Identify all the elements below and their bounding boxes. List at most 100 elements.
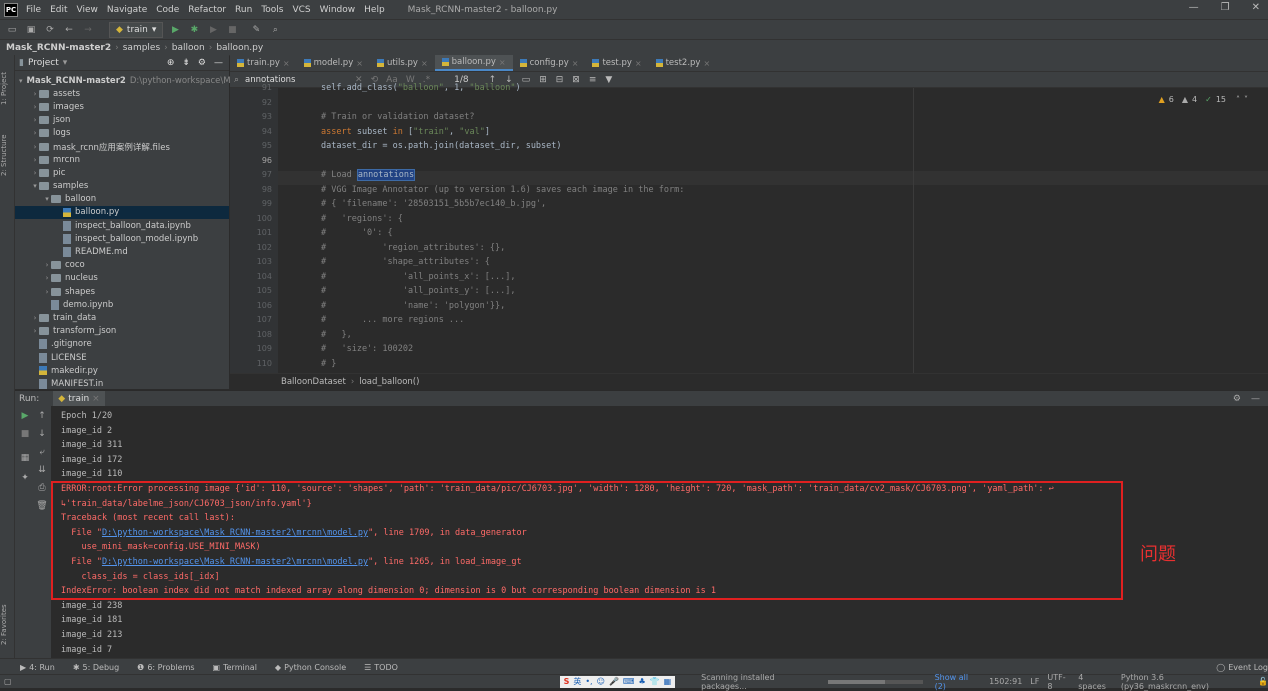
chevron-right-icon[interactable]: › — [31, 116, 39, 124]
favorites-tool-tab[interactable]: 2: Favorites — [0, 595, 14, 655]
settings-icon[interactable]: ≡ — [589, 75, 597, 85]
chevron-up-icon[interactable]: ˄ — [1236, 95, 1240, 104]
chevron-right-icon[interactable]: › — [31, 143, 39, 151]
lock-icon[interactable]: 🔓 — [1258, 677, 1268, 686]
locate-icon[interactable]: ⊕ — [167, 58, 175, 68]
tab-test2[interactable]: test2.py × — [649, 55, 718, 71]
status-square-icon[interactable]: ▢ — [4, 677, 12, 686]
tree-item[interactable]: › train_data — [15, 311, 229, 324]
collapse-icon[interactable]: ⇟ — [182, 58, 190, 68]
chevron-down-icon[interactable]: ▾ — [19, 77, 23, 85]
status-line-separator[interactable]: LF — [1030, 677, 1039, 686]
chevron-down-icon[interactable]: ▾ — [63, 58, 68, 68]
chevron-down-icon[interactable]: ˅ — [1244, 95, 1248, 104]
menu-tools[interactable]: Tools — [261, 5, 283, 15]
run-icon[interactable]: ▶ — [168, 23, 182, 37]
search-icon[interactable]: ⌕ — [268, 23, 282, 37]
bottom-tab-problems[interactable]: ❶ 6: Problems — [137, 663, 194, 672]
select-occurrences-icon[interactable]: ⊠ — [572, 75, 580, 85]
tree-item[interactable]: › images — [15, 100, 229, 113]
chevron-right-icon[interactable]: › — [43, 261, 51, 269]
chevron-right-icon[interactable]: › — [43, 288, 51, 296]
soft-wrap-icon[interactable]: ⤶ — [36, 446, 48, 458]
breadcrumb-file[interactable]: balloon.py — [216, 43, 263, 53]
close-icon[interactable]: × — [635, 59, 642, 68]
chevron-down-icon[interactable]: ▾ — [43, 195, 51, 203]
bottom-tab-debug[interactable]: ✱ 5: Debug — [73, 663, 119, 672]
tree-item[interactable]: demo.ipynb — [15, 298, 229, 311]
forward-icon[interactable]: → — [81, 23, 95, 37]
status-indent[interactable]: 4 spaces — [1078, 673, 1113, 691]
sync-icon[interactable]: ⟳ — [43, 23, 57, 37]
tree-item[interactable]: › nucleus — [15, 272, 229, 285]
tree-item[interactable]: makedir.py — [15, 364, 229, 377]
menu-code[interactable]: Code — [156, 5, 179, 15]
chevron-right-icon[interactable]: › — [31, 327, 39, 335]
tree-item[interactable]: inspect_balloon_data.ipynb — [15, 219, 229, 232]
menu-refactor[interactable]: Refactor — [188, 5, 226, 15]
maximize-icon[interactable]: ❐ — [1221, 2, 1230, 13]
menu-window[interactable]: Window — [320, 5, 356, 15]
status-position[interactable]: 1502:91 — [989, 677, 1022, 686]
inspection-widget[interactable]: ▲ 6 ▲ 4 ✓ 15 ˄ ˅ — [1159, 95, 1248, 104]
gear-icon[interactable]: ⚙ — [198, 58, 206, 68]
menu-navigate[interactable]: Navigate — [107, 5, 147, 15]
breadcrumb-samples[interactable]: samples — [123, 43, 160, 53]
project-tool-tab[interactable]: 1: Project — [0, 59, 14, 119]
tab-train[interactable]: train.py × — [230, 55, 297, 71]
event-log-button[interactable]: ◯ Event Log — [1216, 663, 1268, 672]
bottom-tab-terminal[interactable]: ▣ Terminal — [213, 663, 257, 672]
tree-item[interactable]: › json — [15, 114, 229, 127]
close-icon[interactable]: × — [356, 59, 363, 68]
run-config-select[interactable]: ◆ train ▾ — [109, 22, 164, 38]
crumb-function[interactable]: load_balloon() — [359, 377, 419, 387]
tree-item[interactable]: › coco — [15, 259, 229, 272]
tree-item[interactable]: › pic — [15, 166, 229, 179]
menu-run[interactable]: Run — [235, 5, 252, 15]
bottom-tab-todo[interactable]: ☰ TODO — [364, 663, 398, 672]
tree-item[interactable]: inspect_balloon_model.ipynb — [15, 232, 229, 245]
bottom-tab-run[interactable]: ▶ 4: Run — [20, 663, 55, 672]
hide-icon[interactable]: — — [1251, 394, 1260, 404]
tree-item[interactable]: › shapes — [15, 285, 229, 298]
close-icon[interactable]: × — [572, 59, 579, 68]
close-icon[interactable]: × — [703, 59, 710, 68]
tree-item[interactable]: › mrcnn — [15, 153, 229, 166]
back-icon[interactable]: ← — [62, 23, 76, 37]
filter-icon[interactable]: ▼ — [605, 75, 612, 85]
open-folder-icon[interactable]: ▭ — [5, 23, 19, 37]
crumb-class[interactable]: BalloonDataset — [281, 377, 346, 387]
menu-file[interactable]: File — [26, 5, 41, 15]
tree-item[interactable]: › assets — [15, 87, 229, 100]
menu-view[interactable]: View — [77, 5, 98, 15]
tree-item[interactable]: MANIFEST.in — [15, 377, 229, 390]
tree-item[interactable]: balloon.py — [15, 205, 229, 220]
close-icon[interactable]: × — [421, 59, 428, 68]
project-panel-title[interactable]: Project — [28, 58, 59, 68]
chevron-right-icon[interactable]: › — [43, 274, 51, 282]
tree-item[interactable]: .gitignore — [15, 338, 229, 351]
status-encoding[interactable]: UTF-8 — [1047, 673, 1070, 691]
ime-toolbar[interactable]: S 英 •, ☺ 🎤 ⌨ ♣ 👕 ▦ — [559, 675, 676, 688]
chevron-down-icon[interactable]: ▾ — [31, 182, 39, 190]
stop-icon[interactable]: ■ — [19, 428, 31, 440]
hide-icon[interactable]: — — [214, 58, 223, 68]
gear-icon[interactable]: ⚙ — [1233, 394, 1241, 404]
close-window-icon[interactable]: ✕ — [1252, 2, 1260, 13]
tab-utils[interactable]: utils.py × — [370, 55, 435, 71]
tree-item[interactable]: › mask_rcnn应用案例详解.files — [15, 140, 229, 153]
tree-item[interactable]: ▾ samples — [15, 180, 229, 193]
tab-test[interactable]: test.py × — [585, 55, 648, 71]
arrow-up-icon[interactable]: ↑ — [36, 410, 48, 422]
wrench-icon[interactable]: ✎ — [249, 23, 263, 37]
layout-icon[interactable]: ▦ — [19, 452, 31, 464]
menu-help[interactable]: Help — [364, 5, 385, 15]
chevron-right-icon[interactable]: › — [31, 156, 39, 164]
tree-item[interactable]: LICENSE — [15, 351, 229, 364]
tab-config[interactable]: config.py × — [513, 55, 586, 71]
menu-vcs[interactable]: VCS — [292, 5, 310, 15]
tree-item[interactable]: › logs — [15, 127, 229, 140]
close-icon[interactable]: × — [499, 58, 506, 67]
save-icon[interactable]: ▣ — [24, 23, 38, 37]
minimize-icon[interactable]: — — [1189, 2, 1199, 13]
